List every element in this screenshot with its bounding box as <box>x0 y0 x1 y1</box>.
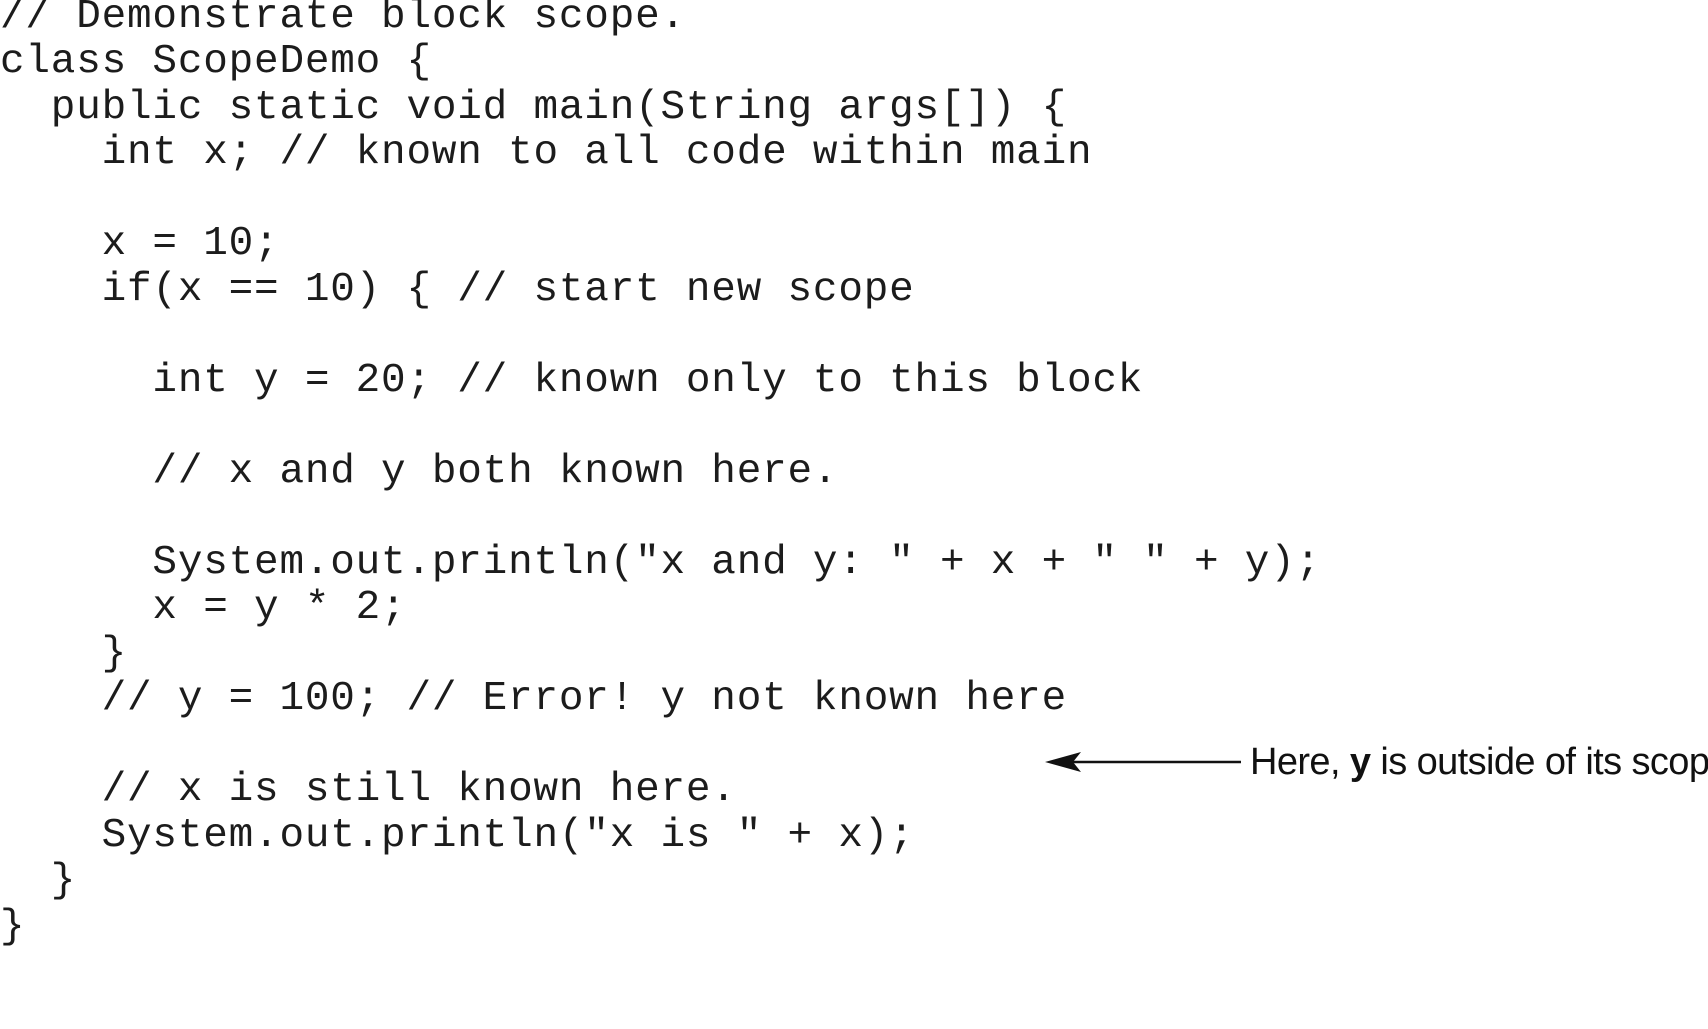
code-line: // x and y both known here. <box>0 449 839 495</box>
code-line: int y = 20; // known only to this block <box>0 358 1144 404</box>
code-line: if(x == 10) { // start new scope <box>0 267 915 313</box>
code-listing: // Demonstrate block scope. class ScopeD… <box>0 0 1708 1029</box>
code-line: x = y * 2; <box>0 585 407 631</box>
code-line: // Demonstrate block scope. <box>0 0 686 40</box>
callout-text: Here, y is outside of its scope. <box>1250 738 1708 786</box>
code-line: } <box>0 858 77 904</box>
code-line: class ScopeDemo { <box>0 39 432 85</box>
scope-callout: Here, y is outside of its scope. <box>1045 738 1708 786</box>
code-line: // y = 100; // Error! y not known here <box>0 676 1067 722</box>
code-line: x = 10; <box>0 221 280 267</box>
code-line: } <box>0 631 128 677</box>
code-line: // x is still known here. <box>0 767 737 813</box>
callout-emphasis: y <box>1349 741 1371 783</box>
code-line: public static void main(String args[]) { <box>0 85 1067 131</box>
code-line: } <box>0 904 26 950</box>
left-arrow-icon <box>1045 752 1241 772</box>
callout-prefix: Here, <box>1250 741 1350 783</box>
callout-suffix: is outside of its scope. <box>1370 741 1708 783</box>
code-line: System.out.println("x is " + x); <box>0 813 915 859</box>
code-line: int x; // known to all code within main <box>0 130 1093 176</box>
code-line: System.out.println("x and y: " + x + " "… <box>0 540 1322 586</box>
